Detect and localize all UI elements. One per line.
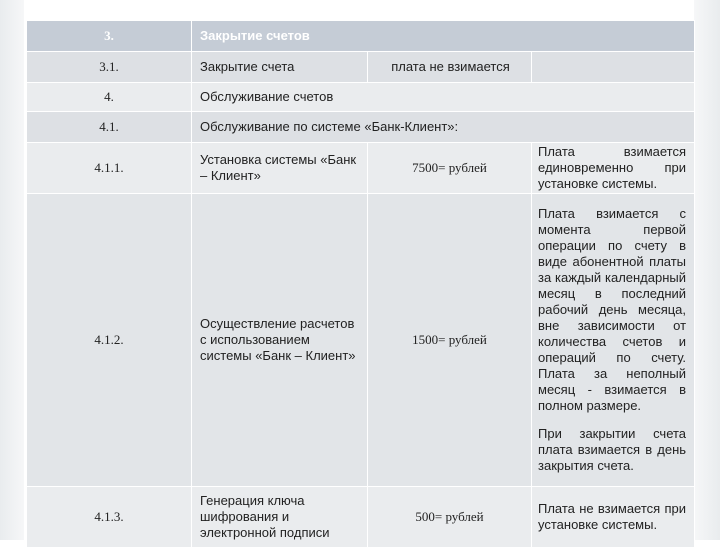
fee-amount: 500= рублей	[367, 486, 532, 548]
section-title: Обслуживание счетов	[190, 82, 696, 112]
fee-value: плата не взимается	[367, 51, 532, 83]
table-row: 4. Обслуживание счетов	[26, 82, 696, 112]
service-name: Осуществление расчетов с использованием …	[191, 193, 368, 487]
note-cell	[530, 51, 696, 83]
left-decor-strip	[0, 0, 24, 540]
right-decor-strip	[694, 0, 720, 540]
table-row: 4.1.2. Осуществление расчетов с использо…	[26, 193, 696, 487]
row-number: 4.1.1.	[26, 142, 192, 194]
section-title: Закрытие счетов	[190, 20, 696, 52]
table-row-header: 3. Закрытие счетов	[26, 20, 696, 52]
section-title: Обслуживание по системе «Банк-Клиент»:	[190, 111, 696, 143]
table-row: 3.1. Закрытие счета плата не взимается	[26, 51, 696, 83]
fees-table: 3. Закрытие счетов 3.1. Закрытие счета п…	[26, 20, 696, 548]
service-name: Генерация ключа шифрования и электронной…	[191, 486, 368, 548]
row-number: 3.	[26, 20, 192, 52]
table-row: 4.1.1. Установка системы «Банк – Клиент»…	[26, 142, 696, 194]
fee-note-cell: Плата взимается с момента первой операци…	[530, 193, 696, 487]
row-number: 3.1.	[26, 51, 192, 83]
service-name: Закрытие счета	[191, 51, 368, 83]
fee-note-closing: При закрытии счета плата взимается в ден…	[538, 426, 687, 473]
fee-note: Плата взимается единовременно при устано…	[530, 142, 696, 194]
fee-note: Плата взимается с момента первой операци…	[538, 206, 687, 413]
row-number: 4.1.3.	[26, 486, 192, 548]
row-number: 4.	[26, 82, 192, 112]
fee-amount: 1500= рублей	[367, 193, 532, 487]
row-number: 4.1.2.	[26, 193, 192, 487]
fee-amount: 7500= рублей	[367, 142, 532, 194]
fee-note: Плата не взимается при установке системы…	[530, 486, 696, 548]
note-spacer	[538, 414, 686, 426]
service-name: Установка системы «Банк – Клиент»	[191, 142, 368, 194]
table-row: 4.1.3. Генерация ключа шифрования и элек…	[26, 486, 696, 548]
table-row: 4.1. Обслуживание по системе «Банк-Клиен…	[26, 111, 696, 143]
row-number: 4.1.	[26, 111, 192, 143]
